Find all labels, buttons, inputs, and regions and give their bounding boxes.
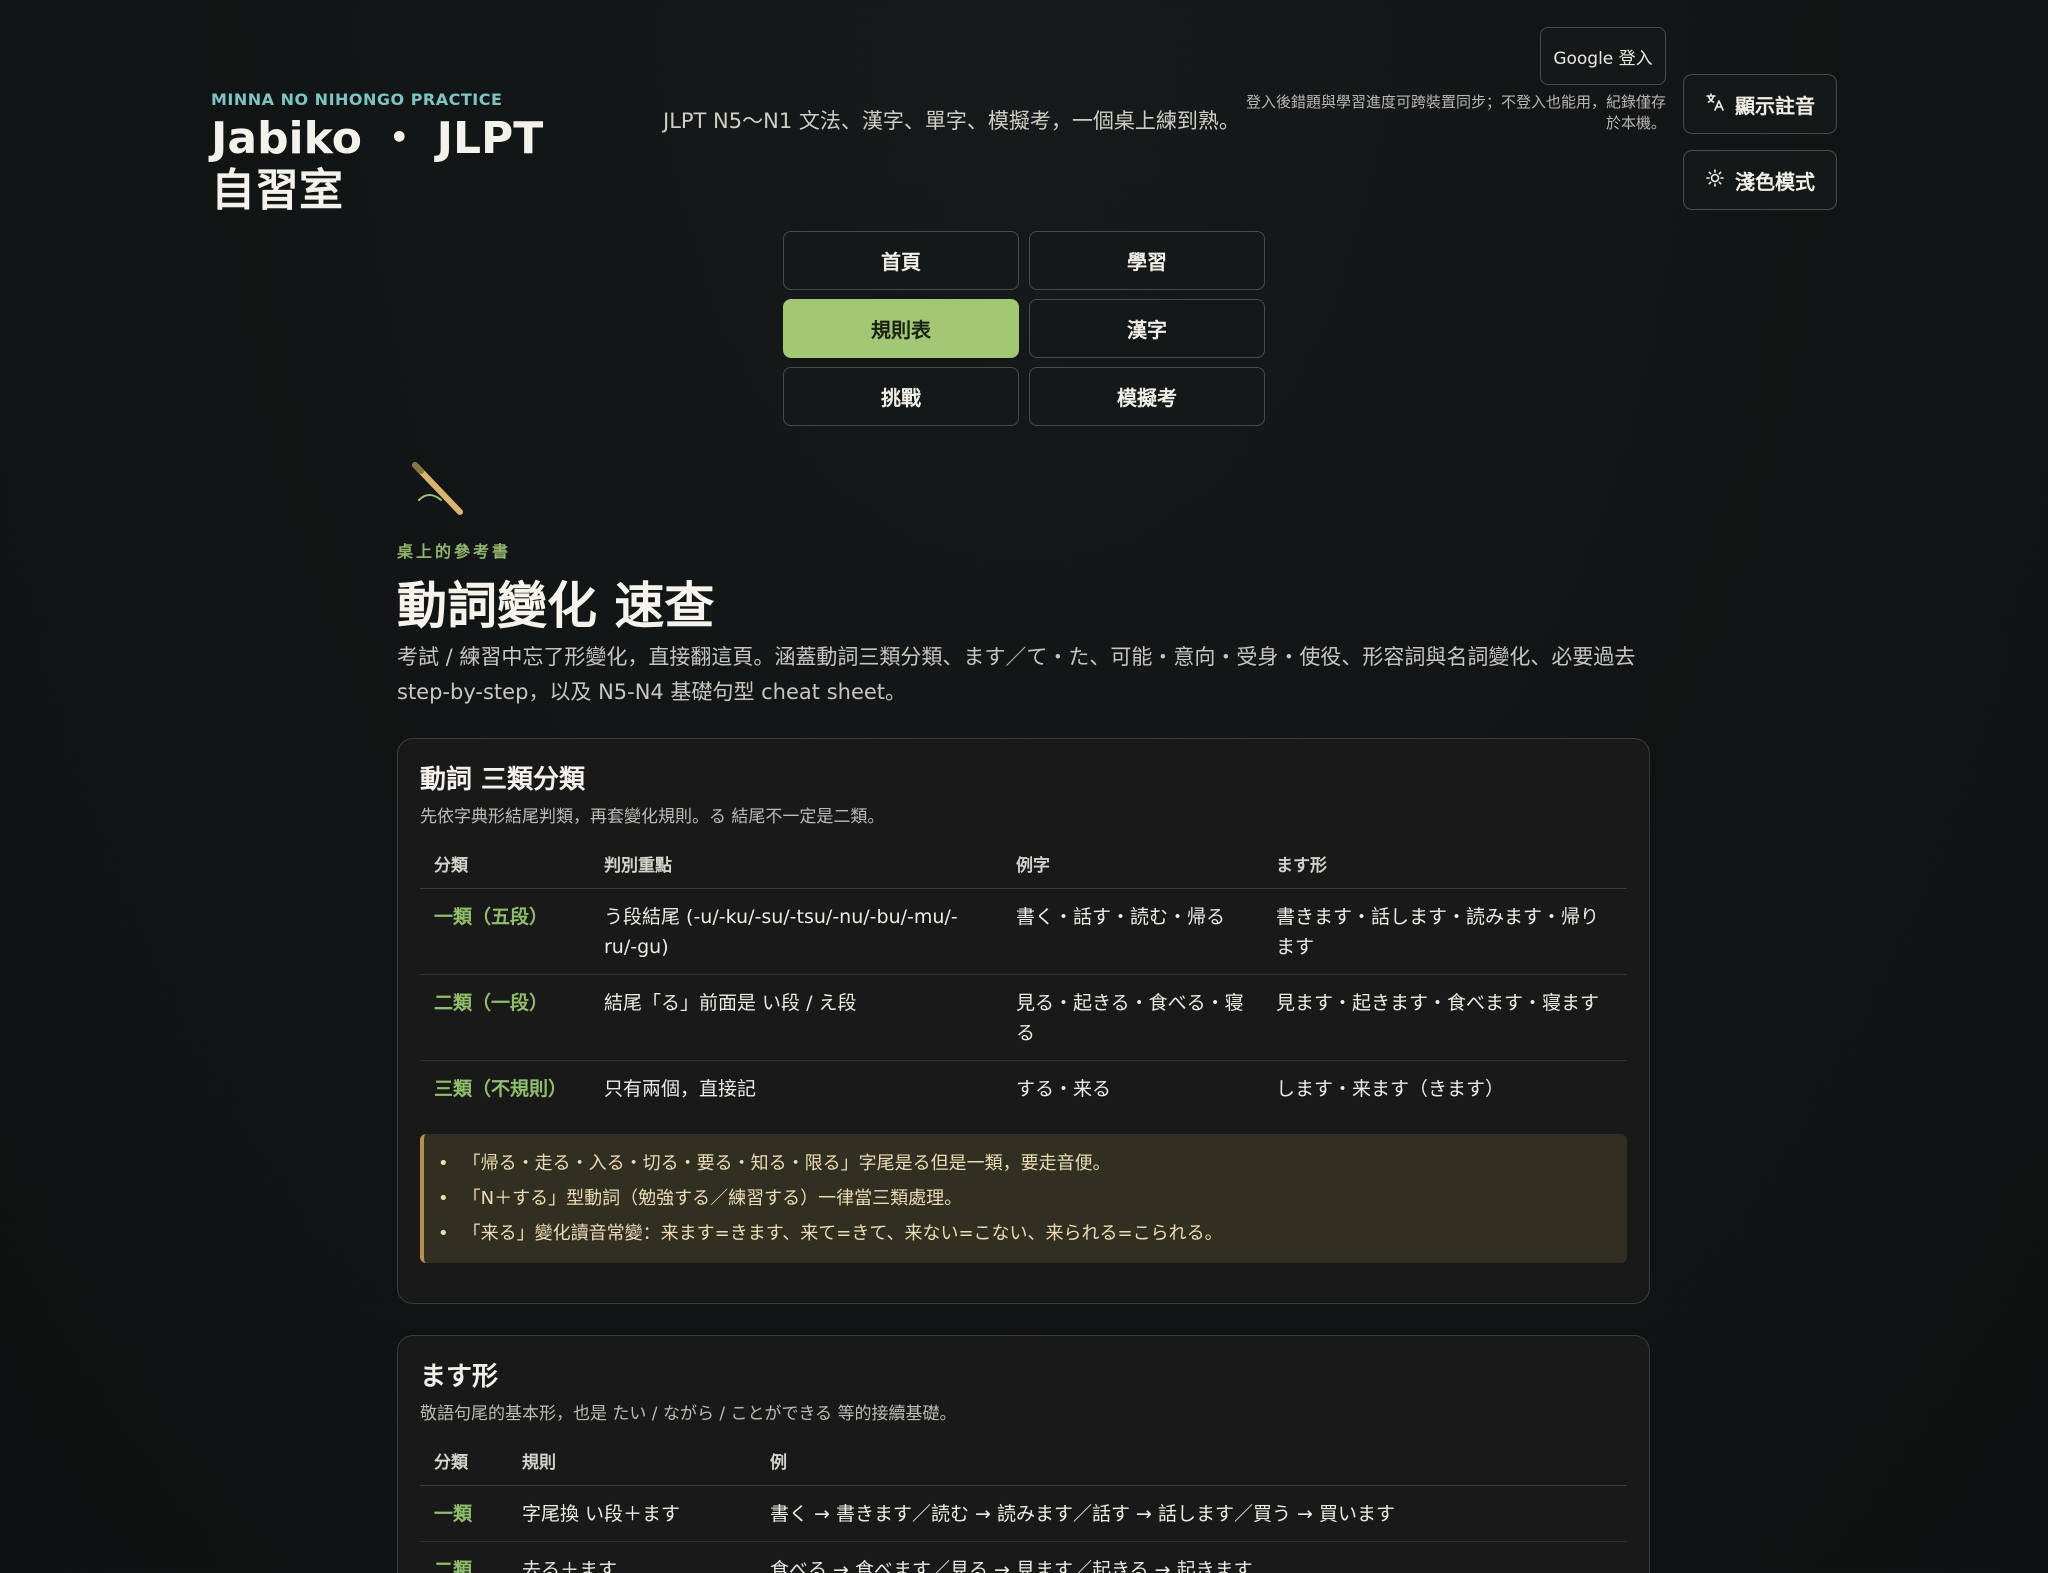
nav-kanji[interactable]: 漢字 xyxy=(1029,299,1265,358)
furigana-toggle-label: 顯示註音 xyxy=(1735,93,1815,118)
rule-cell: う段結尾 (-u/-ku/-su/-tsu/-nu/-bu/-mu/-ru/-g… xyxy=(590,888,1002,975)
masu-cell: します・来ます（きます） xyxy=(1276,1078,1505,1100)
column-header: 分類 xyxy=(420,1448,508,1486)
page-title: 動詞變化 速查 xyxy=(397,576,715,635)
nav-challenge[interactable]: 挑戰 xyxy=(783,367,1019,426)
rule-cell: 字尾換 い段＋ます xyxy=(508,1485,756,1542)
category-cell: 一類 xyxy=(420,1485,508,1542)
example-cell: 食べる → 食べます／見る → 見ます／起きる → 起きます xyxy=(756,1541,1627,1573)
card-title: ます形 xyxy=(420,1362,499,1392)
example-cell: 書く・話す・読む・帰る xyxy=(1002,888,1262,975)
tip-item: 「来る」變化讀音常變：来ます=きます、来て=きて、来ない=こない、来られる=こら… xyxy=(438,1216,1611,1251)
table-header-row: 分類 判別重點 例字 ます形 xyxy=(420,851,1627,889)
masu-form-table: 分類 規則 例 一類 字尾換 い段＋ます 書く → 書きます／読む → 読みます… xyxy=(420,1448,1627,1573)
card-subtitle: 敬語句尾的基本形，也是 たい / ながら / ことができる 等的接續基礎。 xyxy=(420,1404,957,1424)
hero-eyebrow: 桌上的參考書 xyxy=(397,542,512,561)
table-row: 一類 字尾換 い段＋ます 書く → 書きます／読む → 読みます／話す → 話し… xyxy=(420,1485,1627,1542)
page-intro: 考試 / 練習中忘了形變化，直接翻這頁。涵蓋動詞三類分類、ます／て・た、可能・意… xyxy=(397,645,1636,704)
table-row: 二類（一段） 結尾「る」前面是 い段 / え段 見る・起きる・食べる・寝る 見ま… xyxy=(420,974,1627,1061)
tagline: JLPT N5〜N1 文法、漢字、單字、模擬考，一個桌上練到熟。 xyxy=(663,109,1240,133)
table-row: 三類（不規則） 只有兩個，直接記 する・来る します・来ます（きます） xyxy=(420,1061,1627,1117)
column-header: 分類 xyxy=(420,851,590,889)
light-mode-label: 淺色模式 xyxy=(1735,169,1815,194)
column-header: 判別重點 xyxy=(590,851,1002,889)
example-cell: 書く → 書きます／読む → 読みます／話す → 話します／買う → 買います xyxy=(756,1485,1627,1542)
light-mode-button[interactable]: 淺色模式 xyxy=(1683,150,1837,210)
category-cell: 一類（五段） xyxy=(420,888,590,975)
main-nav: 首頁 學習 規則表 漢字 挑戰 模擬考 xyxy=(783,231,1265,426)
tip-item: 「N＋する」型動詞（勉強する／練習する）一律當三類處理。 xyxy=(438,1181,1611,1216)
masu-form-card: ます形 敬語句尾的基本形，也是 たい / ながら / ことができる 等的接續基礎… xyxy=(397,1335,1650,1573)
verb-types-table: 分類 判別重點 例字 ます形 一類（五段） う段結尾 (-u/-ku/-su/-… xyxy=(420,851,1627,1116)
tips-callout: 「帰る・走る・入る・切る・要る・知る・限る」字尾是る但是一類，要走音便。 「N＋… xyxy=(420,1134,1627,1263)
column-header: 例字 xyxy=(1002,851,1262,889)
table-header-row: 分類 規則 例 xyxy=(420,1448,1627,1486)
masu-cell: 見ます・起きます・食べます・寝ます xyxy=(1262,974,1627,1061)
verb-types-card: 動詞 三類分類 先依字典形結尾判類，再套變化規則。る 結尾不一定是二類。 分類 … xyxy=(397,738,1650,1304)
brush-icon xyxy=(405,460,465,520)
category-cell: 二類（一段） xyxy=(420,974,590,1061)
card-title: 動詞 三類分類 xyxy=(420,765,586,795)
tip-item: 「帰る・走る・入る・切る・要る・知る・限る」字尾是る但是一類，要走音便。 xyxy=(438,1146,1611,1181)
card-subtitle: 先依字典形結尾判類，再套變化規則。る 結尾不一定是二類。 xyxy=(420,807,885,827)
masu-cell: 書きます・話します・読みます・帰ります xyxy=(1262,888,1627,975)
google-login-button[interactable]: Google 登入 xyxy=(1540,27,1666,85)
category-cell: 二類 xyxy=(420,1541,508,1573)
rule-cell: 去る＋ます xyxy=(508,1541,756,1573)
sync-note: 登入後錯題與學習進度可跨裝置同步；不登入也能用，紀錄僅存於本機。 xyxy=(1245,93,1666,132)
sun-icon xyxy=(1705,168,1725,193)
nav-rules[interactable]: 規則表 xyxy=(783,299,1019,358)
nav-mock-exam[interactable]: 模擬考 xyxy=(1029,367,1265,426)
table-row: 二類 去る＋ます 食べる → 食べます／見る → 見ます／起きる → 起きます xyxy=(420,1541,1627,1573)
column-header: ます形 xyxy=(1262,851,1627,889)
furigana-toggle-button[interactable]: 顯示註音 xyxy=(1683,74,1837,134)
brand-eyebrow: MINNA NO NIHONGO PRACTICE xyxy=(211,90,503,109)
category-cell: 三類（不規則） xyxy=(434,1078,568,1100)
example-cell: 見る・起きる・食べる・寝る xyxy=(1002,974,1262,1061)
rule-cell: 只有兩個，直接記 xyxy=(604,1078,757,1100)
nav-learn[interactable]: 學習 xyxy=(1029,231,1265,290)
table-row: 一類（五段） う段結尾 (-u/-ku/-su/-tsu/-nu/-bu/-mu… xyxy=(420,888,1627,975)
translate-icon xyxy=(1705,92,1725,117)
nav-home[interactable]: 首頁 xyxy=(783,231,1019,290)
rule-cell: 結尾「る」前面是 い段 / え段 xyxy=(590,974,1002,1061)
column-header: 規則 xyxy=(508,1448,756,1486)
example-cell: する・来る xyxy=(1016,1078,1112,1100)
brand: MINNA NO NIHONGO PRACTICE Jabiko ・ JLPT … xyxy=(211,90,591,217)
brand-title[interactable]: Jabiko ・ JLPT 自習室 xyxy=(211,113,591,217)
column-header: 例 xyxy=(756,1448,1627,1486)
